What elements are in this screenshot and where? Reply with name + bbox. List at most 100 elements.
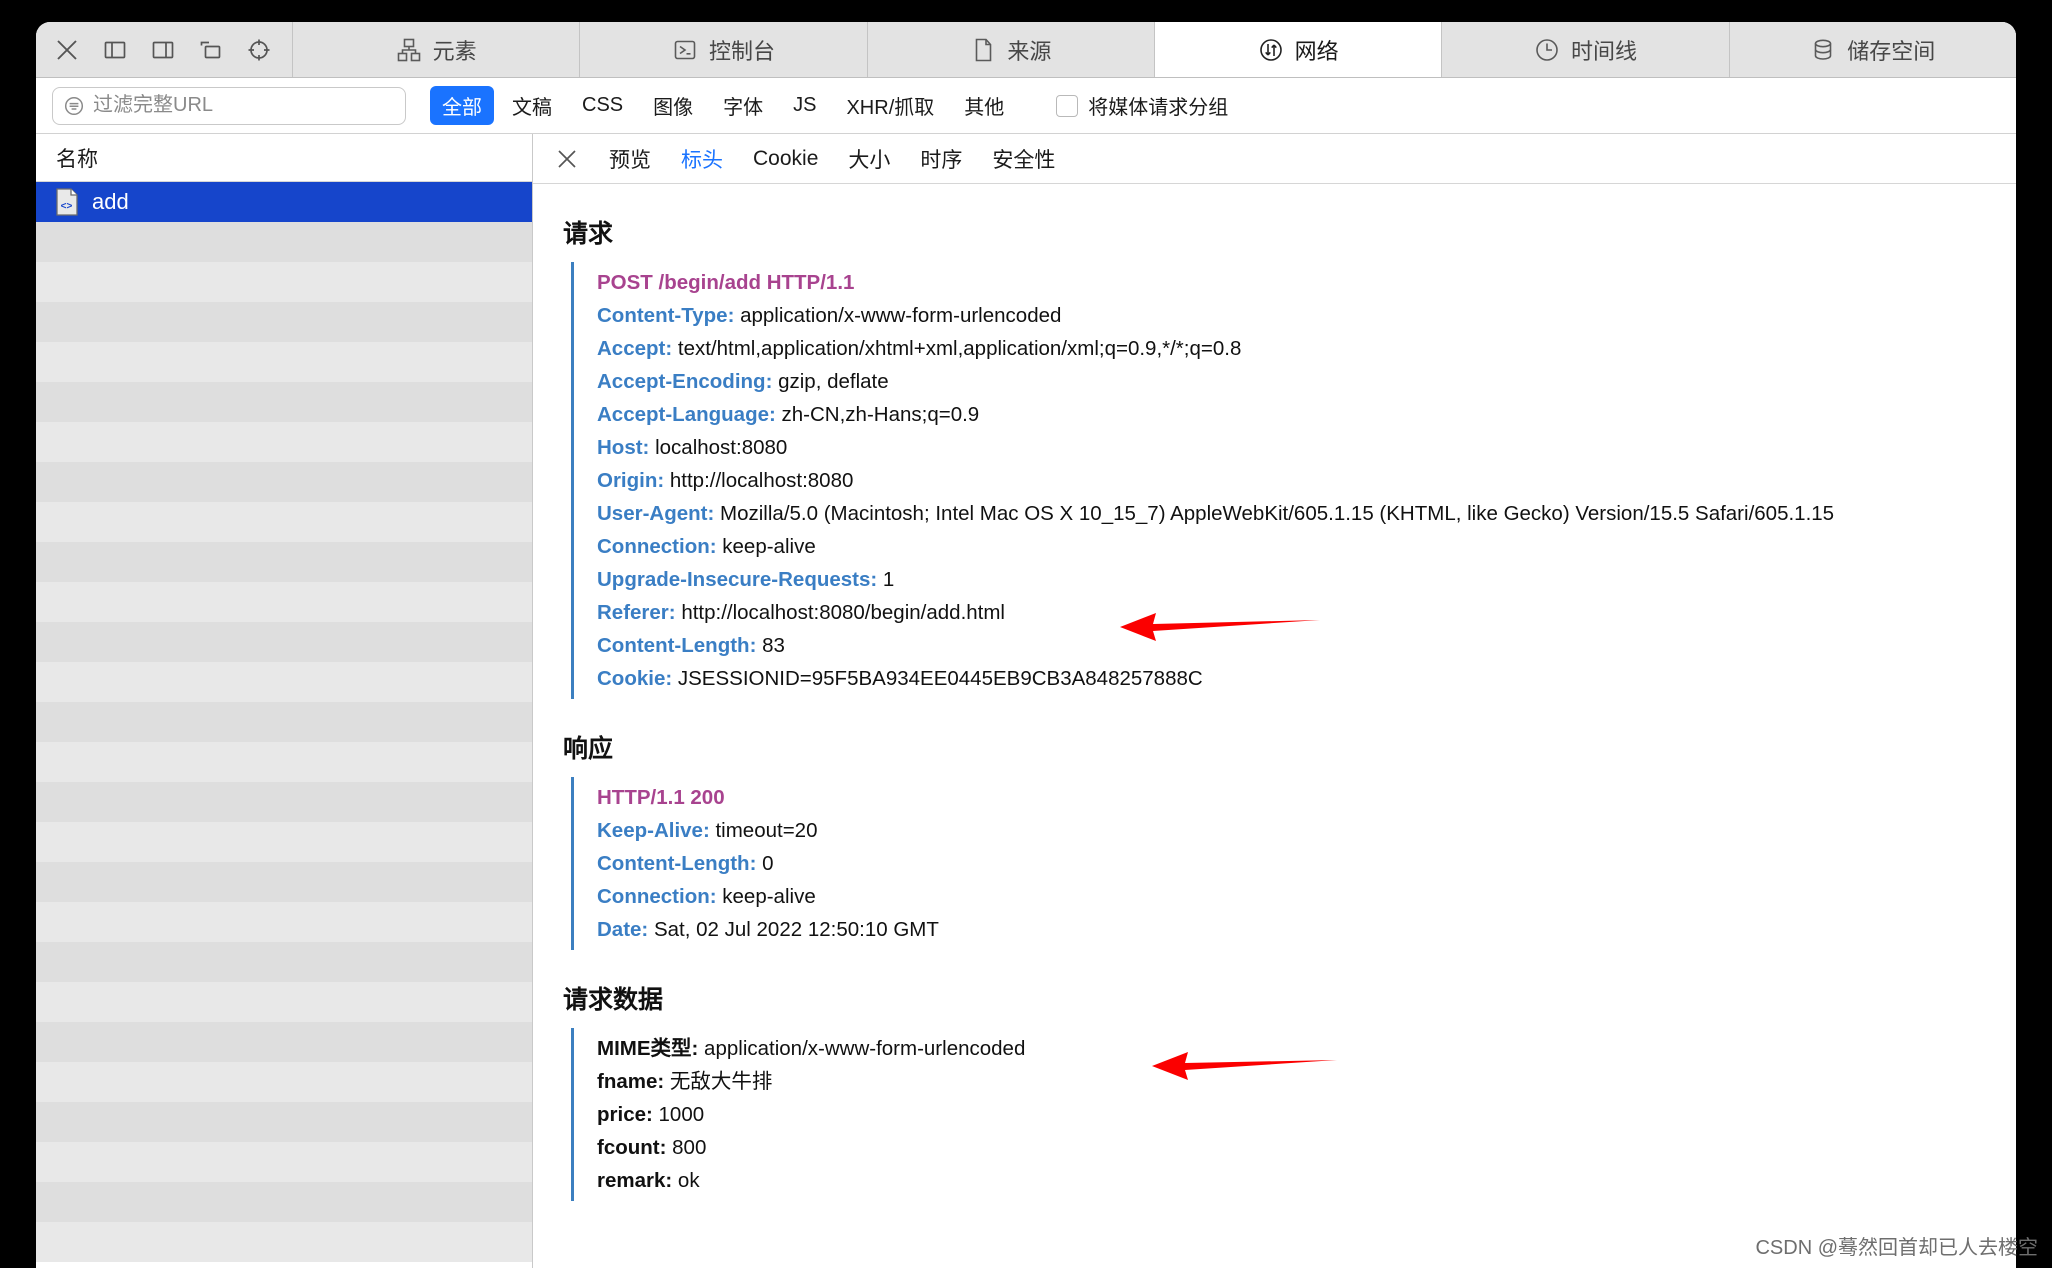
chip-all[interactable]: 全部 bbox=[430, 86, 494, 125]
section-title: 请求数据 bbox=[563, 986, 664, 1014]
request-list-empty-row bbox=[36, 1182, 532, 1222]
header-value: localhost:8080 bbox=[649, 436, 788, 459]
group-media-requests-toggle[interactable]: 将媒体请求分组 bbox=[1056, 91, 1228, 120]
chip-document[interactable]: 文稿 bbox=[500, 86, 564, 125]
screenshot-root: 元素 控制台 来源 网络 时间线 储存空间 过滤完整URL 全部 文稿 CSS … bbox=[0, 0, 2052, 1268]
header-value: Sat, 02 Jul 2022 12:50:10 GMT bbox=[648, 918, 939, 941]
header-line: Keep-Alive: timeout=20 bbox=[597, 814, 2016, 847]
request-list-empty-row bbox=[36, 822, 532, 862]
chip-font[interactable]: 字体 bbox=[711, 86, 775, 125]
subtab-timing[interactable]: 时序 bbox=[920, 144, 962, 174]
tab-network[interactable]: 网络 bbox=[1154, 22, 1443, 77]
chip-other[interactable]: 其他 bbox=[952, 86, 1016, 125]
detach-window-icon[interactable] bbox=[198, 37, 224, 63]
dock-left-icon[interactable] bbox=[102, 37, 128, 63]
request-list-empty-row bbox=[36, 1102, 532, 1142]
list-item-add[interactable]: <> add bbox=[36, 182, 532, 222]
chip-js[interactable]: JS bbox=[781, 89, 828, 122]
request-list-empty-row bbox=[36, 942, 532, 982]
tab-network-label: 网络 bbox=[1294, 38, 1339, 64]
tab-console[interactable]: 控制台 bbox=[580, 22, 868, 77]
request-list-empty-row bbox=[36, 1222, 532, 1262]
devtools-tabbar: 元素 控制台 来源 网络 时间线 储存空间 bbox=[36, 22, 2016, 78]
header-key: Date: bbox=[597, 918, 649, 941]
header-line: remark: ok bbox=[597, 1164, 2016, 1197]
subtab-headers[interactable]: 标头 bbox=[681, 144, 723, 174]
console-icon bbox=[672, 37, 698, 63]
storage-icon bbox=[1810, 37, 1836, 63]
request-list-empty-row bbox=[36, 382, 532, 422]
header-key: Connection: bbox=[597, 885, 717, 908]
section-title: 请求 bbox=[563, 220, 614, 248]
tab-elements[interactable]: 元素 bbox=[293, 22, 581, 77]
header-key: fname: bbox=[597, 1070, 665, 1093]
headers-content[interactable]: 请求 POST /begin/add HTTP/1.1 Content-Type: … bbox=[533, 184, 2016, 1268]
header-value: http://localhost:8080 bbox=[664, 469, 854, 492]
group-media-checkbox[interactable] bbox=[1056, 94, 1079, 117]
request-list-empty-row bbox=[36, 422, 532, 462]
subtab-preview[interactable]: 预览 bbox=[609, 144, 651, 174]
tab-storage[interactable]: 储存空间 bbox=[1729, 22, 2016, 77]
header-key: User-Agent: bbox=[597, 502, 715, 525]
header-value: 0 bbox=[756, 852, 774, 875]
filter-icon bbox=[63, 95, 85, 117]
request-list-empty-row bbox=[36, 702, 532, 742]
header-line: fcount: 800 bbox=[597, 1131, 2016, 1164]
header-key: remark: bbox=[597, 1169, 673, 1192]
header-value: http://localhost:8080/begin/add.html bbox=[675, 601, 1005, 624]
close-icon[interactable] bbox=[54, 37, 80, 63]
group-media-label: 将媒体请求分组 bbox=[1088, 97, 1229, 119]
inspect-element-icon[interactable] bbox=[246, 37, 272, 63]
header-line: Content-Type: application/x-www-form-url… bbox=[597, 299, 2016, 332]
chip-xhr[interactable]: XHR/抓取 bbox=[834, 86, 946, 125]
header-line: Host: localhost:8080 bbox=[597, 431, 2016, 464]
request-list-empty-row bbox=[36, 342, 532, 382]
request-list[interactable]: <> add bbox=[36, 182, 532, 1268]
request-list-empty-row bbox=[36, 502, 532, 542]
header-line: Upgrade-Insecure-Requests: 1 bbox=[597, 563, 2016, 596]
detail-close-icon[interactable] bbox=[555, 147, 579, 171]
header-value: zh-CN,zh-Hans;q=0.9 bbox=[775, 403, 980, 426]
chip-css[interactable]: CSS bbox=[570, 89, 635, 122]
header-key: price: bbox=[597, 1103, 653, 1126]
sources-icon bbox=[970, 37, 996, 63]
header-value: ok bbox=[672, 1169, 700, 1192]
request-list-empty-row bbox=[36, 582, 532, 622]
header-key: Host: bbox=[597, 436, 650, 459]
header-key: Accept-Language: bbox=[597, 403, 776, 426]
request-list-empty-row bbox=[36, 742, 532, 782]
csdn-watermark: CSDN @蓦然回首却已人去楼空 bbox=[1755, 1237, 2038, 1259]
header-value: 800 bbox=[666, 1136, 707, 1159]
tab-timeline[interactable]: 时间线 bbox=[1442, 22, 1730, 77]
header-key: Accept: bbox=[597, 337, 673, 360]
request-list-empty-row bbox=[36, 262, 532, 302]
request-list-empty-row bbox=[36, 542, 532, 582]
header-line: Cookie: JSESSIONID=95F5BA934EE0445EB9CB3… bbox=[597, 662, 2016, 695]
subtab-cookie[interactable]: Cookie bbox=[753, 147, 818, 171]
dock-right-icon[interactable] bbox=[150, 37, 176, 63]
tab-elements-label: 元素 bbox=[432, 38, 477, 64]
request-list-header: 名称 bbox=[36, 134, 532, 182]
header-key: Referer: bbox=[597, 601, 676, 624]
resource-type-chips: 全部 文稿 CSS 图像 字体 JS XHR/抓取 其他 bbox=[430, 86, 1016, 125]
url-filter-field[interactable] bbox=[52, 86, 406, 125]
network-filter-bar: 全部 文稿 CSS 图像 字体 JS XHR/抓取 其他 将媒体请求分组 bbox=[36, 78, 2016, 134]
column-header-name: 名称 bbox=[56, 147, 98, 171]
request-data-arrow bbox=[1152, 1047, 1337, 1085]
tab-timeline-label: 时间线 bbox=[1570, 38, 1637, 64]
tab-sources-label: 来源 bbox=[1007, 38, 1052, 64]
request-list-empty-row bbox=[36, 622, 532, 662]
chip-image[interactable]: 图像 bbox=[641, 86, 705, 125]
search-input[interactable] bbox=[93, 94, 395, 117]
request-list-empty-row bbox=[36, 902, 532, 942]
tab-sources[interactable]: 来源 bbox=[867, 22, 1155, 77]
subtab-security[interactable]: 安全性 bbox=[992, 144, 1055, 174]
header-value: timeout=20 bbox=[709, 819, 818, 842]
header-value: 1 bbox=[877, 568, 895, 591]
subtab-size[interactable]: 大小 bbox=[848, 144, 890, 174]
request-detail-panel: 预览 标头 Cookie 大小 时序 安全性 请求 POST /begin/add… bbox=[533, 134, 2016, 1268]
detail-subtabs: 预览 标头 Cookie 大小 时序 安全性 bbox=[533, 134, 2016, 184]
svg-text:<>: <> bbox=[61, 201, 73, 212]
timeline-icon bbox=[1534, 37, 1560, 63]
request-list-empty-row bbox=[36, 1062, 532, 1102]
